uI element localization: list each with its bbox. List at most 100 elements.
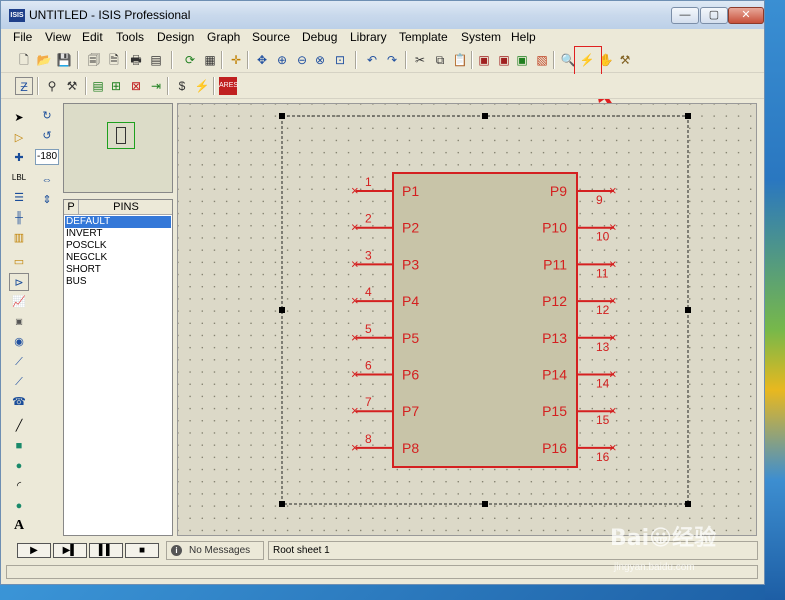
- current-probe-icon[interactable]: ⟋: [9, 373, 29, 391]
- open-folder-icon[interactable]: 📂: [35, 51, 53, 69]
- list-item[interactable]: POSCLK: [65, 240, 171, 252]
- print-area-icon[interactable]: ▤: [147, 51, 165, 69]
- import-section-icon[interactable]: 🗐: [85, 51, 103, 69]
- decompose-icon[interactable]: ⚒: [616, 51, 634, 69]
- menu-edit[interactable]: Edit: [82, 30, 103, 44]
- mirror-vertical-icon[interactable]: ⇕: [37, 191, 57, 209]
- menu-help[interactable]: Help: [511, 30, 536, 44]
- path-tool-icon[interactable]: ●: [9, 497, 29, 515]
- new-file-icon[interactable]: 🗋: [15, 51, 33, 69]
- pin-name: P7: [402, 403, 419, 419]
- zoom-all-icon[interactable]: ⊗: [311, 51, 329, 69]
- list-item[interactable]: DEFAULT: [65, 216, 171, 228]
- arc-tool-icon[interactable]: ◜: [9, 477, 29, 495]
- play-button[interactable]: ▶: [17, 543, 51, 558]
- pin-cross-mark: ×: [609, 293, 617, 308]
- messages-panel[interactable]: i No Messages: [166, 541, 264, 560]
- pin-number: 9: [596, 193, 603, 207]
- minimize-button[interactable]: —: [671, 7, 699, 24]
- export-section-icon[interactable]: 🗎: [105, 51, 123, 69]
- box-tool-icon[interactable]: ■: [9, 437, 29, 455]
- menu-file[interactable]: File: [13, 30, 32, 44]
- component-body[interactable]: [392, 172, 578, 468]
- pin-name: P2: [402, 220, 419, 236]
- selection-mode-icon[interactable]: ➤: [9, 109, 29, 127]
- menu-view[interactable]: View: [45, 30, 71, 44]
- line-tool-icon[interactable]: ╱: [9, 417, 29, 435]
- copy-icon[interactable]: ⧉: [431, 51, 449, 69]
- pan-icon[interactable]: ✥: [253, 51, 271, 69]
- electrical-check-icon[interactable]: ⚡: [193, 77, 211, 95]
- auto-router-icon[interactable]: Ƶ: [15, 77, 33, 95]
- block-move-icon[interactable]: ▣: [495, 51, 513, 69]
- voltage-probe-icon[interactable]: ⟋: [9, 353, 29, 371]
- save-icon[interactable]: 💾: [55, 51, 73, 69]
- schematic-drawing: ×1P1×2P2×3P3×4P4×5P5×6P6×7P7×8P8×9P9×10P…: [279, 113, 691, 507]
- list-item[interactable]: NEGCLK: [65, 252, 171, 264]
- menu-graph[interactable]: Graph: [207, 30, 240, 44]
- pin-cross-mark: ×: [609, 330, 617, 345]
- virtual-instruments-icon[interactable]: ☎: [9, 393, 29, 411]
- menu-library[interactable]: Library: [350, 30, 387, 44]
- wire-label-icon[interactable]: LBL: [9, 169, 29, 187]
- rotate-anticlockwise-icon[interactable]: ↺: [37, 127, 57, 145]
- undo-icon[interactable]: ↶: [363, 51, 381, 69]
- terminals-icon[interactable]: ▭: [9, 253, 29, 271]
- menu-template[interactable]: Template: [399, 30, 448, 44]
- block-delete-icon[interactable]: ▧: [533, 51, 551, 69]
- list-item[interactable]: SHORT: [65, 264, 171, 276]
- block-copy-icon[interactable]: ▣: [475, 51, 493, 69]
- mode-toolbar: ➤ ▷ ✚ LBL ☰ ╫ ▥ ▭ ⊳ 📈 ▣ ◉ ⟋ ⟋ ☎ ╱ ■ ● ◜ …: [6, 105, 32, 540]
- isis-window: ISIS UNTITLED - ISIS Professional — ▢ ✕ …: [0, 0, 765, 585]
- pin-name: P16: [542, 440, 567, 456]
- circle-tool-icon[interactable]: ●: [9, 457, 29, 475]
- buses-icon[interactable]: ╫: [9, 209, 29, 227]
- paste-icon[interactable]: 📋: [451, 51, 469, 69]
- redraw-icon[interactable]: ⟳: [181, 51, 199, 69]
- text-tool-icon[interactable]: A: [9, 517, 29, 535]
- print-icon[interactable]: 🖶: [127, 51, 145, 69]
- menu-system[interactable]: System: [461, 30, 501, 44]
- component-mode-icon[interactable]: ▷: [9, 129, 29, 147]
- origin-icon[interactable]: ✛: [227, 51, 245, 69]
- pause-button[interactable]: ▌▌: [89, 543, 123, 558]
- add-sheet-icon[interactable]: ⊞: [107, 77, 125, 95]
- block-rotate-icon[interactable]: ▣: [513, 51, 531, 69]
- ares-icon[interactable]: ARES: [219, 77, 238, 95]
- generator-icon[interactable]: ◉: [9, 333, 29, 351]
- mirror-horizontal-icon[interactable]: ⇔: [37, 171, 57, 189]
- subcircuit-icon[interactable]: ▥: [9, 229, 29, 247]
- pick-button[interactable]: P: [64, 200, 79, 215]
- zoom-in-icon[interactable]: ⊕: [273, 51, 291, 69]
- zoom-out-icon[interactable]: ⊖: [293, 51, 311, 69]
- stop-button[interactable]: ■: [125, 543, 159, 558]
- cut-icon[interactable]: ✂: [411, 51, 429, 69]
- schematic-canvas[interactable]: × 1 P1 × 2 P2 × 3 P3 × 4 P4 × 5 P5 × 6 P6 × 7 P7 × 8 P8 × 9 P9 × 10 P…: [177, 103, 757, 536]
- goto-sheet-icon[interactable]: ⇥: [147, 77, 165, 95]
- grid-icon[interactable]: ▦: [201, 51, 219, 69]
- step-button[interactable]: ▶▌: [53, 543, 87, 558]
- new-sheet-icon[interactable]: ▤: [89, 77, 107, 95]
- property-assign-icon[interactable]: ⚒: [63, 77, 81, 95]
- list-item[interactable]: INVERT: [65, 228, 171, 240]
- rotate-clockwise-icon[interactable]: ↻: [37, 107, 57, 125]
- graph-mode-icon[interactable]: 📈: [9, 293, 29, 311]
- menu-design[interactable]: Design: [157, 30, 194, 44]
- redo-icon[interactable]: ↷: [383, 51, 401, 69]
- close-button[interactable]: ✕: [728, 7, 764, 24]
- tape-recorder-icon[interactable]: ▣: [9, 313, 29, 331]
- menu-source[interactable]: Source: [252, 30, 290, 44]
- rotation-angle-field[interactable]: -180: [35, 149, 59, 165]
- remove-sheet-icon[interactable]: ⊠: [127, 77, 145, 95]
- menu-tools[interactable]: Tools: [116, 30, 144, 44]
- device-pins-icon[interactable]: ⊳: [9, 273, 29, 291]
- text-script-icon[interactable]: ☰: [9, 189, 29, 207]
- menu-debug[interactable]: Debug: [302, 30, 337, 44]
- search-tag-icon[interactable]: ⚲: [43, 77, 61, 95]
- junction-dot-icon[interactable]: ✚: [9, 149, 29, 167]
- list-item[interactable]: BUS: [65, 276, 171, 288]
- overview-window[interactable]: [63, 103, 173, 193]
- maximize-button[interactable]: ▢: [700, 7, 728, 24]
- zoom-area-icon[interactable]: ⊡: [331, 51, 349, 69]
- bill-of-materials-icon[interactable]: $: [173, 77, 191, 95]
